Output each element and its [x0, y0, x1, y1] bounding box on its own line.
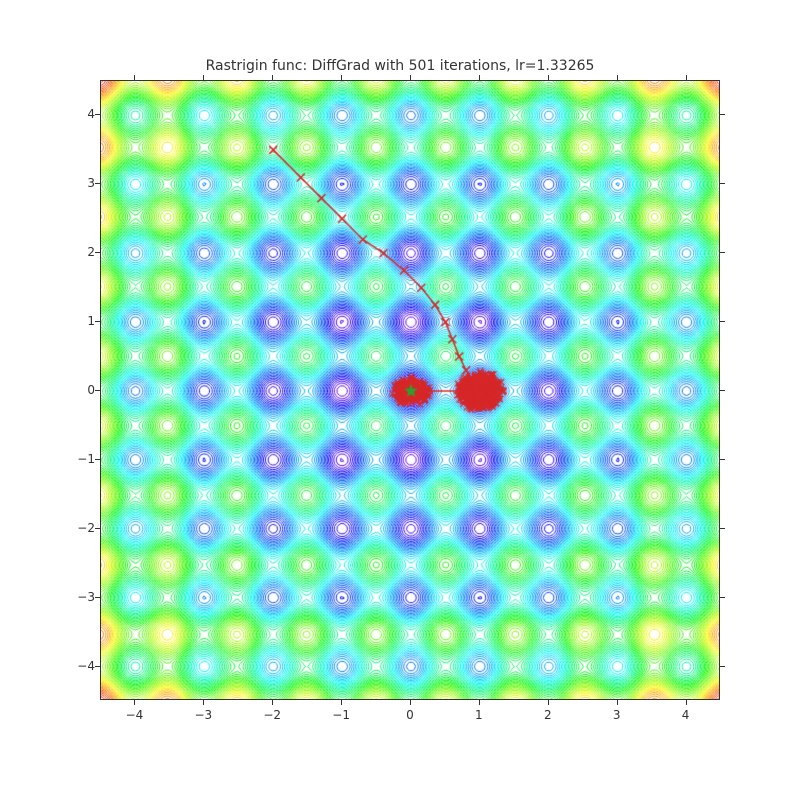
- y-tick-mark: [720, 321, 725, 322]
- figure: Rastrigin func: DiffGrad with 501 iterat…: [0, 0, 800, 800]
- plot-axes: [100, 80, 720, 700]
- y-tick-mark: [720, 390, 725, 391]
- x-tick-mark: [548, 75, 549, 80]
- contour-canvas: [101, 81, 720, 700]
- x-tick-mark: [410, 700, 411, 705]
- x-tick-mark: [203, 75, 204, 80]
- x-tick-mark: [686, 75, 687, 80]
- y-tick-label: −1: [77, 452, 95, 466]
- y-tick-label: 2: [87, 245, 95, 259]
- y-tick-mark: [95, 252, 100, 253]
- y-tick-mark: [95, 666, 100, 667]
- x-tick-mark: [134, 700, 135, 705]
- y-axis-ticks: −4 −3 −2 −1 0 1 2 3 4: [55, 80, 95, 700]
- x-tick-label: −4: [126, 708, 144, 722]
- y-tick-mark: [720, 183, 725, 184]
- y-tick-mark: [720, 597, 725, 598]
- y-tick-label: −4: [77, 659, 95, 673]
- y-tick-label: 0: [87, 383, 95, 397]
- x-tick-mark: [272, 75, 273, 80]
- x-tick-label: −3: [194, 708, 212, 722]
- y-tick-mark: [720, 666, 725, 667]
- x-tick-mark: [341, 75, 342, 80]
- y-tick-mark: [95, 459, 100, 460]
- y-tick-mark: [95, 114, 100, 115]
- y-tick-mark: [95, 597, 100, 598]
- x-tick-label: 3: [613, 708, 621, 722]
- x-tick-mark: [617, 75, 618, 80]
- x-tick-mark: [548, 700, 549, 705]
- x-tick-mark: [617, 700, 618, 705]
- y-tick-mark: [95, 183, 100, 184]
- x-tick-label: −2: [263, 708, 281, 722]
- x-tick-mark: [410, 75, 411, 80]
- x-tick-mark: [686, 700, 687, 705]
- x-tick-mark: [203, 700, 204, 705]
- y-tick-mark: [720, 528, 725, 529]
- y-tick-label: −3: [77, 590, 95, 604]
- x-axis-ticks: −4 −3 −2 −1 0 1 2 3 4: [100, 702, 720, 722]
- x-tick-label: 2: [544, 708, 552, 722]
- x-tick-label: 1: [475, 708, 483, 722]
- x-tick-mark: [479, 75, 480, 80]
- x-tick-mark: [479, 700, 480, 705]
- y-tick-label: −2: [77, 521, 95, 535]
- x-tick-label: −1: [332, 708, 350, 722]
- y-tick-mark: [720, 252, 725, 253]
- y-tick-label: 3: [87, 176, 95, 190]
- x-tick-mark: [341, 700, 342, 705]
- y-tick-mark: [95, 390, 100, 391]
- x-tick-mark: [272, 700, 273, 705]
- y-tick-mark: [95, 321, 100, 322]
- x-tick-label: 0: [406, 708, 414, 722]
- y-tick-mark: [720, 114, 725, 115]
- x-tick-mark: [134, 75, 135, 80]
- y-tick-mark: [720, 459, 725, 460]
- y-tick-label: 1: [87, 314, 95, 328]
- y-tick-label: 4: [87, 107, 95, 121]
- chart-title: Rastrigin func: DiffGrad with 501 iterat…: [0, 58, 800, 74]
- y-tick-mark: [95, 528, 100, 529]
- x-tick-label: 4: [682, 708, 690, 722]
